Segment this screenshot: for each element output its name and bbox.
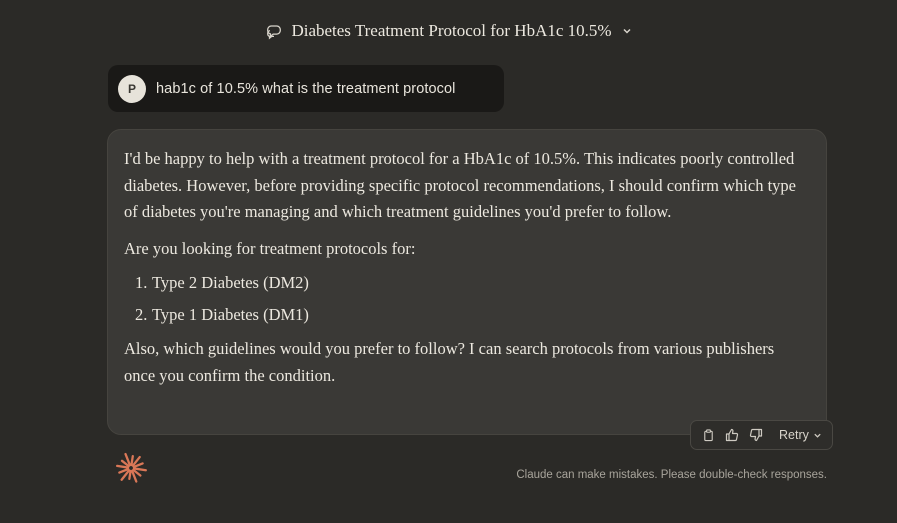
- list-item: 1. Type 2 Diabetes (DM2): [135, 272, 806, 294]
- retry-label: Retry: [779, 428, 809, 442]
- disclaimer-text: Claude can make mistakes. Please double-…: [516, 469, 827, 481]
- retry-button[interactable]: Retry: [779, 428, 822, 442]
- copy-button[interactable]: [701, 428, 715, 442]
- conversation-title: Diabetes Treatment Protocol for HbA1c 10…: [291, 21, 612, 40]
- logo-ray: [128, 469, 132, 481]
- logo-ray: [116, 464, 130, 469]
- list-item-number: 1.: [135, 273, 148, 292]
- thumbs-up-icon: [725, 428, 739, 442]
- assistant-message: I'd be happy to help with a treatment pr…: [107, 129, 827, 435]
- user-message-text: hab1c of 10.5% what is the treatment pro…: [156, 80, 456, 97]
- chevron-down-icon: [814, 433, 821, 438]
- assistant-paragraph-3: Also, which guidelines would you prefer …: [124, 339, 775, 385]
- thumbs-down-button[interactable]: [749, 428, 763, 442]
- thumbs-up-button[interactable]: [725, 428, 739, 442]
- message-actions-bar: Retry: [690, 420, 833, 450]
- list-item-text: Type 2 Diabetes (DM2): [152, 273, 309, 292]
- chat-bubbles-icon: [267, 25, 282, 40]
- list-item-text: Type 1 Diabetes (DM1): [152, 305, 309, 324]
- chevron-down-icon: [623, 28, 631, 34]
- list-item-number: 2.: [135, 305, 148, 324]
- conversation-title-bar[interactable]: Diabetes Treatment Protocol for HbA1c 10…: [0, 16, 897, 46]
- assistant-paragraph-1: I'd be happy to help with a treatment pr…: [124, 149, 796, 221]
- diabetes-type-list: 1. Type 2 Diabetes (DM2) 2. Type 1 Diabete…: [135, 272, 806, 326]
- copy-icon: [703, 428, 713, 441]
- thumbs-down-icon: [749, 428, 763, 442]
- user-avatar: P: [118, 74, 146, 103]
- claude-logo-icon: [116, 452, 147, 483]
- logo-ray: [132, 467, 147, 472]
- list-item: 2. Type 1 Diabetes (DM1): [135, 304, 806, 326]
- user-message: P hab1c of 10.5% what is the treatment p…: [108, 65, 504, 112]
- assistant-paragraph-2: Are you looking for treatment protocols …: [124, 238, 416, 258]
- logo-ray: [130, 454, 134, 467]
